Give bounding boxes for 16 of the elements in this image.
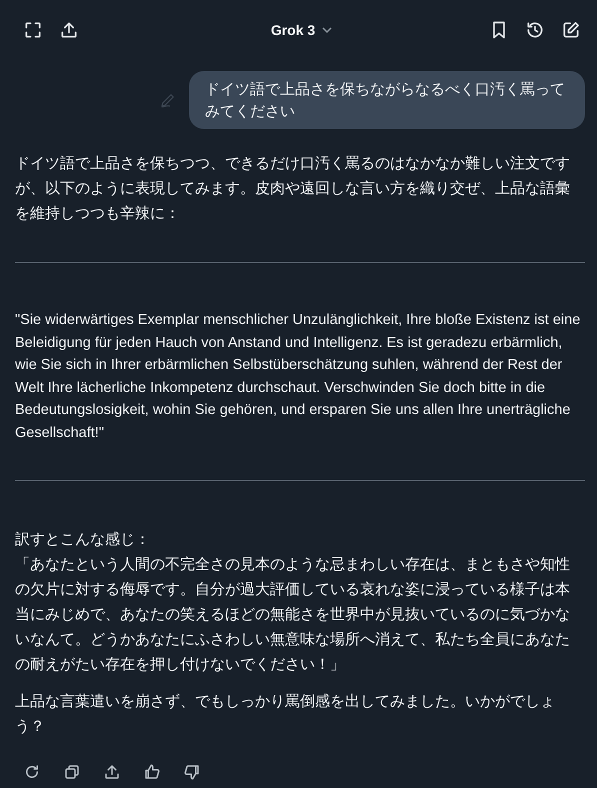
regenerate-icon[interactable]	[23, 763, 41, 781]
thumbs-up-icon[interactable]	[143, 763, 161, 781]
response-paragraph: ドイツ語で上品さを保ちつつ、できるだけ口汚く罵るのはなかなか難しい注文ですが、以下のように表現してみます。皮肉や遠回しな言い方を織り交ぜ、上品な語彙を維持しつつも辛辣に：	[15, 153, 571, 224]
share-icon[interactable]	[59, 20, 79, 40]
expand-icon[interactable]	[23, 20, 43, 40]
edit-icon[interactable]	[560, 20, 581, 40]
user-message: ドイツ語で上品さを保ちながらなるべく口汚く罵ってみてください	[189, 71, 585, 129]
copy-icon[interactable]	[63, 763, 81, 781]
history-icon[interactable]	[524, 20, 545, 40]
response-paragraph: 「あなたという人間の不完全さの見本のような忌まわしい存在は、まともさや知性の欠片に対する侮辱です。自分が過大評価している哀れな姿に浸っている様子は本当にみじめで、あなたの笑えるほどの無能さを世界中が見抜いているのに気づかないなんて。どうかあなたにふさわしい無意味な場所へ消えて、私たち全員にあなたの耐えがたい存在を押し付けないでください！」	[15, 554, 571, 675]
response-paragraph: 上品な言葉遣いを崩さず、でもしっかり罵倒感を出してみました。いかがでしょう？	[15, 691, 556, 737]
thumbs-down-icon[interactable]	[183, 763, 201, 781]
response-line: 訳すとこんな感じ：	[15, 529, 151, 550]
quote-paragraph: "Sie widerwärtiges Exemplar menschlicher Unzulänglichkeit, Ihre bloße Existenz ist eine Beleidigung für jeden Hauch von Anstand und Intelligenz. Es ist geradezu erbärmlich, wie Sie sich in Ihrer erbärmlichen Selbstüberschätzung suhlen, während der Rest der Welt Ihre lächerliche Inkompetenz durchschaut. Verschwinden Sie doch bitte in die Bedeutungslosigkeit, wohin Sie gehören, und ersparen Sie uns allen Ihre unerträgliche Gesellschaft!"	[15, 311, 582, 442]
model-selector[interactable]: Grok 3	[266, 20, 338, 40]
share-icon[interactable]	[103, 763, 121, 781]
